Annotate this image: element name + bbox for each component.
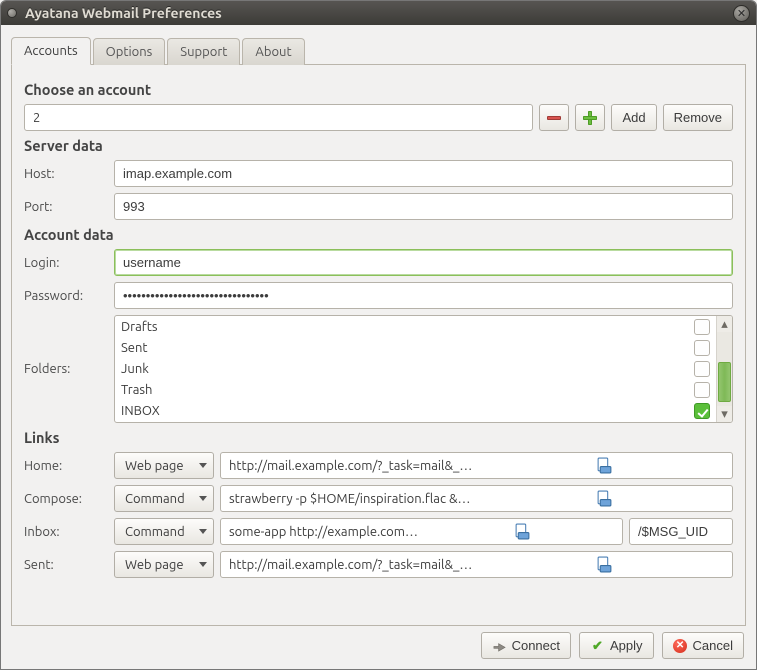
connect-icon bbox=[492, 638, 507, 653]
window-title: Ayatana Webmail Preferences bbox=[25, 5, 733, 21]
cancel-label: Cancel bbox=[693, 638, 733, 653]
tabpage-accounts: Choose an account 2 Add Remove Server da… bbox=[11, 65, 746, 626]
chevron-down-icon bbox=[199, 529, 207, 534]
compose-type-dropdown[interactable]: Command bbox=[114, 485, 214, 512]
inbox-command-value: some-app http://example.com/read bbox=[229, 525, 421, 539]
scroll-up-button[interactable]: ▴ bbox=[717, 316, 732, 332]
remove-button[interactable]: Remove bbox=[663, 104, 733, 131]
login-input[interactable] bbox=[114, 249, 733, 276]
sent-type-dropdown[interactable]: Web page bbox=[114, 551, 214, 578]
folders-label: Folders: bbox=[24, 362, 108, 376]
apply-button[interactable]: ✔ Apply bbox=[579, 632, 654, 659]
home-type-dropdown[interactable]: Web page bbox=[114, 452, 214, 479]
sent-url-value: http://mail.example.com/?_task=mail&_mbo… bbox=[229, 558, 476, 572]
add-account-plus-button[interactable] bbox=[575, 104, 605, 131]
scroll-thumb[interactable] bbox=[718, 362, 731, 403]
client-area: Accounts Options Support About Choose an… bbox=[1, 25, 756, 669]
folder-name: INBOX bbox=[121, 404, 160, 418]
inbox-command-input[interactable]: some-app http://example.com/read bbox=[220, 518, 623, 545]
connect-label: Connect bbox=[512, 638, 560, 653]
compose-command-value: strawberry -p $HOME/inspiration.flac && … bbox=[229, 492, 476, 506]
server-data-heading: Server data bbox=[24, 137, 733, 154]
scroll-down-button[interactable]: ▾ bbox=[717, 406, 732, 422]
home-url-input[interactable]: http://mail.example.com/?_task=mail&_mbo… bbox=[220, 452, 733, 479]
folder-name: Drafts bbox=[121, 320, 157, 334]
tab-support[interactable]: Support bbox=[167, 38, 240, 65]
host-label: Host: bbox=[24, 167, 108, 181]
links-heading: Links bbox=[24, 429, 733, 446]
folders-scrollbar[interactable]: ▴ ▾ bbox=[716, 316, 732, 422]
browse-icon[interactable] bbox=[427, 523, 619, 540]
folder-checkbox[interactable] bbox=[694, 361, 710, 377]
browse-icon[interactable] bbox=[482, 457, 729, 474]
inbox-type-dropdown[interactable]: Command bbox=[114, 518, 214, 545]
close-icon: ✕ bbox=[737, 7, 746, 20]
sent-type-value: Web page bbox=[125, 558, 184, 572]
folder-checkbox[interactable] bbox=[694, 340, 710, 356]
tab-about[interactable]: About bbox=[242, 38, 304, 65]
titlebar-dot-icon bbox=[7, 8, 17, 18]
chevron-down-icon bbox=[199, 463, 207, 468]
compose-command-input[interactable]: strawberry -p $HOME/inspiration.flac && … bbox=[220, 485, 733, 512]
sent-label: Sent: bbox=[24, 558, 108, 572]
folder-checkbox[interactable] bbox=[694, 319, 710, 335]
folders-list: Drafts Sent Junk Trash bbox=[115, 316, 716, 422]
folder-name: Trash bbox=[121, 383, 152, 397]
home-label: Home: bbox=[24, 459, 108, 473]
folders-listbox[interactable]: Drafts Sent Junk Trash bbox=[114, 315, 733, 423]
folder-item[interactable]: Junk bbox=[115, 358, 716, 379]
home-url-value: http://mail.example.com/?_task=mail&_mbo… bbox=[229, 459, 476, 473]
cancel-icon: ✕ bbox=[673, 638, 688, 653]
apply-icon: ✔ bbox=[590, 638, 605, 653]
folder-name: Sent bbox=[121, 341, 148, 355]
browse-icon[interactable] bbox=[482, 556, 729, 573]
inbox-label: Inbox: bbox=[24, 525, 108, 539]
folder-item[interactable]: Sent bbox=[115, 337, 716, 358]
password-label: Password: bbox=[24, 289, 108, 303]
folder-checkbox[interactable] bbox=[694, 403, 710, 419]
choose-account-heading: Choose an account bbox=[24, 81, 733, 98]
remove-account-minus-button[interactable] bbox=[539, 104, 569, 131]
folder-item[interactable]: INBOX bbox=[115, 400, 716, 421]
scroll-track[interactable] bbox=[717, 332, 732, 406]
inbox-type-value: Command bbox=[125, 525, 185, 539]
titlebar[interactable]: Ayatana Webmail Preferences ✕ bbox=[1, 1, 756, 25]
home-type-value: Web page bbox=[125, 459, 184, 473]
host-input[interactable] bbox=[114, 160, 733, 187]
password-input[interactable] bbox=[114, 282, 733, 309]
port-input[interactable] bbox=[114, 193, 733, 220]
folder-name: Junk bbox=[121, 362, 149, 376]
tab-accounts[interactable]: Accounts bbox=[11, 37, 91, 65]
compose-label: Compose: bbox=[24, 492, 108, 506]
account-data-heading: Account data bbox=[24, 226, 733, 243]
close-button[interactable]: ✕ bbox=[733, 5, 750, 22]
inbox-suffix-input[interactable] bbox=[629, 518, 733, 545]
port-label: Port: bbox=[24, 200, 108, 214]
apply-label: Apply bbox=[610, 638, 643, 653]
connect-button[interactable]: Connect bbox=[481, 632, 571, 659]
minus-icon bbox=[547, 116, 561, 120]
tab-options[interactable]: Options bbox=[93, 38, 166, 65]
folder-item[interactable]: Trash bbox=[115, 379, 716, 400]
account-selector-value: 2 bbox=[33, 111, 40, 125]
compose-type-value: Command bbox=[125, 492, 185, 506]
account-selector[interactable]: 2 bbox=[24, 104, 533, 131]
sent-url-input[interactable]: http://mail.example.com/?_task=mail&_mbo… bbox=[220, 551, 733, 578]
login-label: Login: bbox=[24, 256, 108, 270]
plus-icon bbox=[583, 111, 597, 125]
folder-checkbox[interactable] bbox=[694, 382, 710, 398]
add-button[interactable]: Add bbox=[611, 104, 656, 131]
tabstrip: Accounts Options Support About bbox=[11, 35, 746, 65]
browse-icon[interactable] bbox=[482, 490, 729, 507]
chevron-down-icon bbox=[199, 496, 207, 501]
folder-item[interactable]: Drafts bbox=[115, 316, 716, 337]
preferences-window: Ayatana Webmail Preferences ✕ Accounts O… bbox=[0, 0, 757, 670]
chevron-down-icon bbox=[199, 562, 207, 567]
cancel-button[interactable]: ✕ Cancel bbox=[662, 632, 744, 659]
dialog-footer: Connect ✔ Apply ✕ Cancel bbox=[11, 626, 746, 659]
